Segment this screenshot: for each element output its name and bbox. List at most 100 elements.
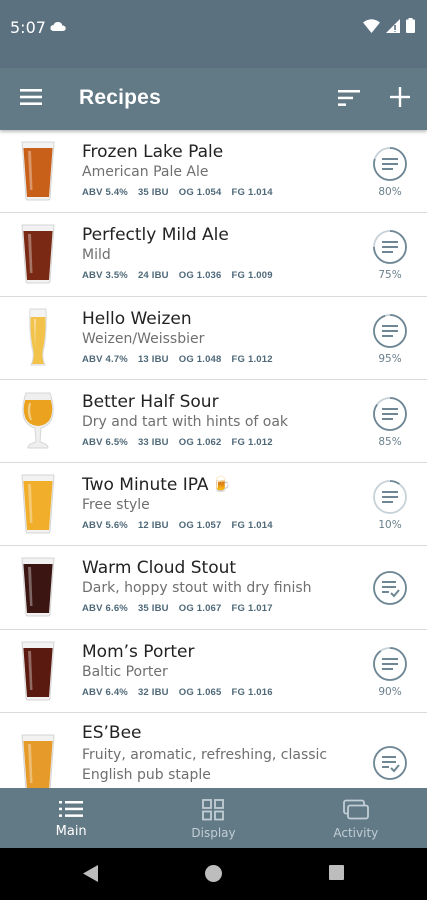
recipe-complete-icon[interactable] — [372, 570, 408, 611]
recipe-name: Frozen Lake Pale — [82, 142, 224, 162]
progress-percent: 80% — [378, 186, 402, 198]
windows-icon — [342, 799, 369, 820]
nav-activity[interactable]: Activity — [285, 788, 427, 848]
add-icon[interactable] — [390, 87, 410, 112]
pint-glass-icon — [14, 556, 62, 618]
progress-percent: 85% — [378, 435, 402, 448]
recipe-row[interactable]: ES’Bee Fruity, aromatic, refreshing, clas… — [0, 713, 427, 788]
stat-ibu: 13 IBU — [137, 353, 169, 365]
recipe-name: Hello Weizen — [82, 308, 192, 329]
nav-display[interactable]: Display — [142, 788, 284, 848]
stat-abv: ABV 4.7% — [82, 353, 128, 365]
tulip-glass-icon — [14, 390, 62, 452]
recipe-style: Weizen/Weissbier — [82, 330, 205, 347]
recipe-row[interactable]: Mom’s Porter Baltic Porter ABV 6.4% 32 IBU O… — [0, 630, 427, 714]
nav-main[interactable]: Main — [0, 788, 142, 848]
recipe-name: ES’Bee — [82, 723, 142, 744]
beer-mug-icon: 🍺 — [212, 476, 231, 494]
recipe-progress-icon[interactable]: 90% — [372, 646, 408, 698]
progress-percent: 10% — [378, 519, 402, 532]
home-icon[interactable] — [205, 865, 222, 882]
stat-fg: FG 1.014 — [231, 187, 273, 198]
pint-glass-icon — [14, 140, 62, 202]
stat-abv: ABV 6.6% — [82, 603, 128, 615]
page-title: Recipes — [79, 86, 161, 109]
recipe-progress-icon[interactable]: 85% — [372, 396, 408, 448]
recipe-progress-icon[interactable]: 10% — [372, 479, 408, 531]
recipe-progress-icon[interactable]: 75% — [372, 229, 408, 281]
stat-fg: FG 1.012 — [231, 353, 273, 365]
pint-glass-icon — [14, 733, 62, 788]
recipe-stats: ABV 3.5% 24 IBU OG 1.036 FG 1.009 — [82, 270, 273, 281]
stat-abv: ABV 5.4% — [82, 187, 128, 198]
wifi-icon — [363, 18, 380, 33]
stat-og: OG 1.048 — [178, 353, 222, 365]
stat-og: OG 1.067 — [178, 603, 222, 615]
recipe-style: Mild — [82, 247, 111, 264]
progress-percent: 95% — [378, 352, 402, 365]
signal-icon — [386, 18, 400, 33]
stat-fg: FG 1.012 — [231, 436, 273, 448]
recipe-style: Free style — [82, 497, 150, 514]
recipe-row[interactable]: Frozen Lake Pale American Pale Ale ABV 5.4… — [0, 130, 427, 214]
status-time: 5:07 — [10, 18, 46, 37]
recipe-row[interactable]: Better Half Sour Dry and tart with hints … — [0, 380, 427, 464]
recipe-stats: ABV 4.7% 13 IBU OG 1.048 FG 1.012 — [82, 354, 273, 365]
stat-abv: ABV 3.5% — [82, 270, 128, 282]
stat-fg: FG 1.009 — [231, 270, 273, 282]
recipe-progress-icon[interactable]: 80% — [372, 146, 408, 198]
recipe-row[interactable]: Hello Weizen Weizen/Weissbier ABV 4.7% 13 I… — [0, 297, 427, 380]
nav-activity-label: Activity — [333, 826, 379, 840]
recipe-stats: ABV 6.6% 35 IBU OG 1.067 FG 1.017 — [82, 603, 273, 614]
recipe-style: Dry and tart with hints of oak — [82, 413, 289, 430]
recipe-style: Baltic Porter — [82, 663, 168, 680]
recipe-stats: ABV 5.6% 12 IBU OG 1.057 FG 1.014 — [82, 520, 273, 531]
stat-abv: ABV 6.5% — [82, 436, 128, 448]
stat-ibu: 33 IBU — [137, 436, 169, 448]
sort-icon[interactable] — [338, 90, 360, 111]
nav-display-label: Display — [191, 826, 236, 840]
stat-og: OG 1.062 — [178, 436, 222, 448]
recipe-name: Better Half Sour — [82, 391, 219, 412]
battery-icon — [406, 18, 415, 33]
stat-og: OG 1.065 — [178, 686, 222, 698]
recipe-row[interactable]: Two Minute IPA 🍺 Free style ABV 5.6% 12 IBU O… — [0, 463, 427, 547]
recents-icon[interactable] — [329, 865, 344, 880]
stat-abv: ABV 5.6% — [82, 520, 128, 532]
recipe-style: Dark, hoppy stout with dry finish — [82, 580, 312, 597]
stat-fg: FG 1.016 — [231, 686, 273, 698]
stat-og: OG 1.036 — [178, 270, 222, 282]
recipe-row[interactable]: Perfectly Mild Ale Mild ABV 3.5% 24 IBU OG 1… — [0, 213, 427, 297]
stat-og: OG 1.057 — [178, 520, 222, 532]
progress-percent: 90% — [378, 685, 402, 698]
recipe-complete-icon[interactable] — [372, 745, 408, 786]
recipe-style: American Pale Ale — [82, 164, 209, 180]
stat-ibu: 24 IBU — [137, 270, 169, 282]
system-navigation-bar — [0, 848, 427, 900]
recipe-row[interactable]: Warm Cloud Stout Dark, hoppy stout with d… — [0, 546, 427, 630]
recipe-progress-icon[interactable]: 95% — [372, 313, 408, 365]
nav-main-label: Main — [55, 824, 87, 839]
hamburger-menu-icon[interactable] — [20, 88, 42, 111]
recipe-stats: ABV 6.5% 33 IBU OG 1.062 FG 1.012 — [82, 437, 273, 448]
pint-glass-icon — [14, 640, 62, 702]
recipe-stats: ABV 5.4% 35 IBU OG 1.054 FG 1.014 — [82, 187, 273, 198]
recipe-list: Frozen Lake Pale American Pale Ale ABV 5.4… — [0, 130, 427, 788]
stat-ibu: 35 IBU — [137, 187, 169, 198]
recipe-name: Perfectly Mild Ale — [82, 225, 229, 246]
stat-ibu: 12 IBU — [137, 520, 169, 532]
list-icon — [59, 801, 84, 817]
stat-ibu: 35 IBU — [137, 603, 169, 615]
app-bar: Recipes — [0, 68, 427, 130]
back-icon[interactable] — [83, 865, 98, 882]
pint-glass-icon — [14, 473, 62, 535]
weizen-glass-icon — [14, 307, 62, 369]
cloud-icon — [50, 19, 66, 37]
pint-glass-icon — [14, 223, 62, 285]
stat-abv: ABV 6.4% — [82, 686, 128, 698]
stat-ibu: 32 IBU — [137, 686, 169, 698]
bottom-navigation: Main Display Activity — [0, 788, 427, 848]
recipe-name: Two Minute IPA — [82, 475, 209, 496]
recipe-style: Fruity, aromatic, refreshing, classic En… — [82, 747, 328, 784]
progress-percent: 75% — [378, 269, 402, 282]
